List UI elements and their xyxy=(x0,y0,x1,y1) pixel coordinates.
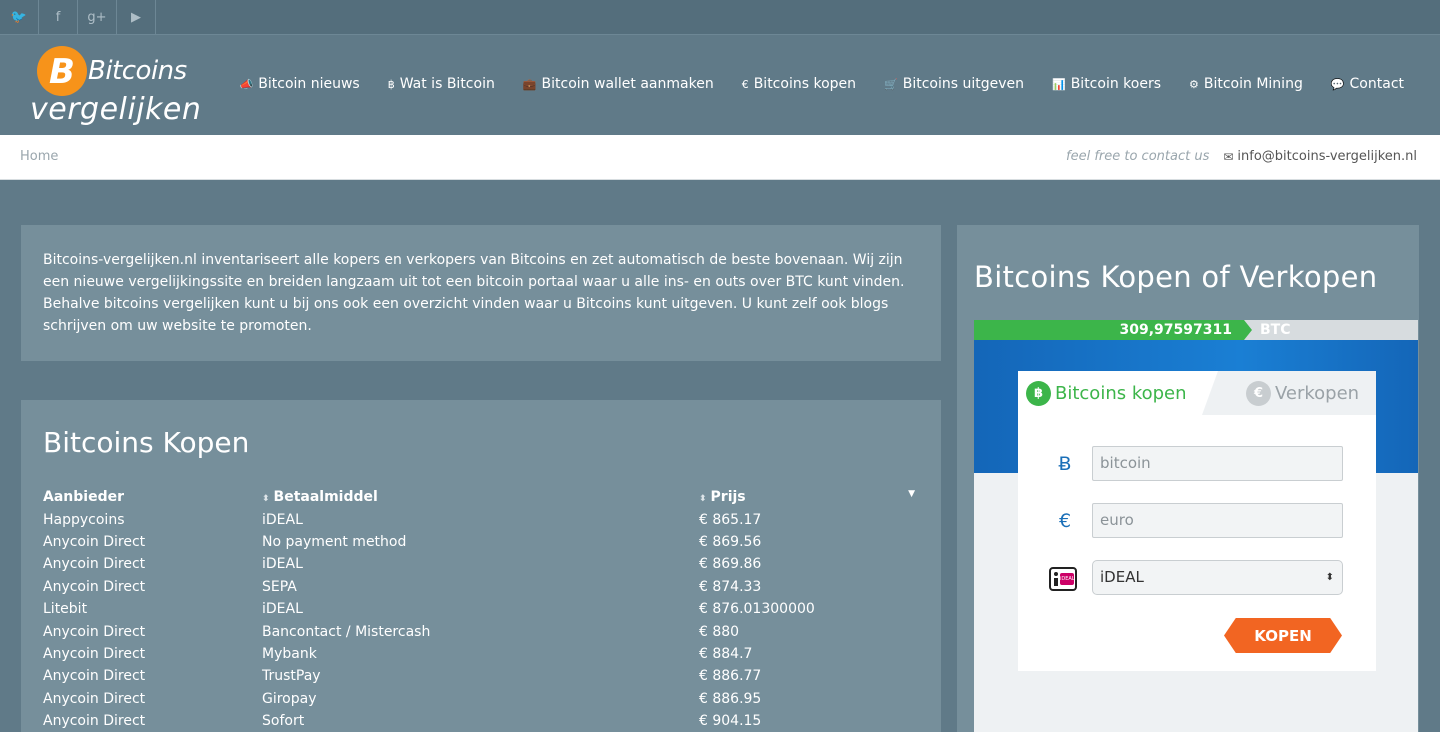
google-plus-icon[interactable]: g+ xyxy=(78,0,117,35)
contact-info: feel free to contact us ✉ info@bitcoins-… xyxy=(1066,149,1417,164)
buy-panel: Bitcoins Kopen Aanbieder ⬍ Betaalmiddel ⬍… xyxy=(21,400,941,732)
youtube-icon[interactable]: ▶ xyxy=(117,0,156,35)
balance-amount: 309,97597311 xyxy=(974,320,1244,340)
kopen-button[interactable]: KOPEN xyxy=(1224,618,1342,653)
col-aanbieder[interactable]: Aanbieder xyxy=(43,489,262,505)
logo-line2: vergelijken xyxy=(30,92,202,127)
table-row[interactable]: Anycoin Direct Sofort € 904.15 xyxy=(43,710,919,732)
col-prijs[interactable]: ⬍ Prijs ▼ xyxy=(699,489,919,505)
bitcoin-icon: ฿ xyxy=(387,77,395,91)
table-row[interactable]: Anycoin Direct TrustPay € 886.77 xyxy=(43,665,919,687)
table-header: Aanbieder ⬍ Betaalmiddel ⬍ Prijs ▼ xyxy=(43,486,919,508)
site-header: B Bitcoins vergelijken 📣 Bitcoin nieuws ฿… xyxy=(0,36,1440,135)
ideal-logo-icon: iDEAL xyxy=(1049,567,1077,591)
buy-table: Aanbieder ⬍ Betaalmiddel ⬍ Prijs ▼ Happycoi… xyxy=(43,486,919,732)
table-row[interactable]: Happycoins iDEAL € 865.17 xyxy=(43,508,919,530)
tab-buy[interactable]: ฿ Bitcoins kopen xyxy=(1018,371,1218,415)
twitter-icon[interactable]: 🐦 xyxy=(0,0,39,35)
bar-chart-icon: 📊 xyxy=(1052,77,1066,91)
nav-bitcoin-koers[interactable]: 📊 Bitcoin koers xyxy=(1052,76,1161,92)
gears-icon: ⚙ xyxy=(1189,77,1199,91)
euro-coin-icon: € xyxy=(1246,380,1271,406)
euro-icon: € xyxy=(1058,510,1072,532)
table-row[interactable]: Anycoin Direct iDEAL € 869.86 xyxy=(43,553,919,575)
cart-icon: 🛒 xyxy=(884,77,898,91)
intro-text: Bitcoins-vergelijken.nl inventariseert a… xyxy=(21,225,941,361)
select-arrows-icon: ⬍ xyxy=(1325,572,1334,583)
euro-amount-input[interactable]: euro xyxy=(1092,503,1343,538)
briefcase-icon: 💼 xyxy=(522,77,537,91)
breadcrumb-bar: Home feel free to contact us ✉ info@bitc… xyxy=(0,135,1440,180)
table-row[interactable]: Anycoin Direct SEPA € 874.33 xyxy=(43,576,919,598)
nav-contact[interactable]: 💬 Contact xyxy=(1331,76,1404,92)
balance-bar: 309,97597311 BTC xyxy=(974,320,1418,340)
col-betaalmiddel[interactable]: ⬍ Betaalmiddel xyxy=(262,489,699,505)
table-row[interactable]: Anycoin Direct Giropay € 886.95 xyxy=(43,688,919,710)
breadcrumb-home[interactable]: Home xyxy=(20,149,58,164)
trade-sidebar: Bitcoins Kopen of Verkopen 309,97597311 … xyxy=(957,225,1419,732)
social-topbar: 🐦 f g+ ▶ xyxy=(0,0,1440,35)
trade-title: Bitcoins Kopen of Verkopen xyxy=(974,260,1378,294)
caret-down-icon: ▼ xyxy=(908,489,915,500)
table-row[interactable]: Anycoin Direct No payment method € 869.56 xyxy=(43,531,919,553)
envelope-icon: ✉ xyxy=(1223,149,1234,164)
table-row[interactable]: Anycoin Direct Mybank € 884.7 xyxy=(43,643,919,665)
chat-icon: 💬 xyxy=(1330,77,1345,91)
facebook-icon[interactable]: f xyxy=(39,0,78,35)
bitcoin-amount-input[interactable]: bitcoin xyxy=(1092,446,1343,481)
trade-widget: 309,97597311 BTC ฿ Bitcoins kopen € Verkop… xyxy=(974,320,1418,732)
table-row[interactable]: Anycoin Direct Bancontact / Mistercash € 8… xyxy=(43,620,919,642)
payment-method-select[interactable]: iDEAL ⬍ xyxy=(1092,560,1343,595)
megaphone-icon: 📣 xyxy=(239,77,254,91)
nav-bitcoin-nieuws[interactable]: 📣 Bitcoin nieuws xyxy=(240,76,360,92)
contact-email-link[interactable]: info@bitcoins-vergelijken.nl xyxy=(1237,149,1417,164)
table-row[interactable]: Litebit iDEAL € 876.01300000 xyxy=(43,598,919,620)
nav-bitcoin-mining[interactable]: ⚙ Bitcoin Mining xyxy=(1189,76,1303,92)
main-nav: 📣 Bitcoin nieuws ฿ Wat is Bitcoin 💼 Bitcoin… xyxy=(212,76,1404,92)
balance-unit: BTC xyxy=(1260,322,1291,338)
euro-icon: € xyxy=(741,77,749,91)
buy-title: Bitcoins Kopen xyxy=(43,426,250,459)
tab-sell[interactable]: € Verkopen xyxy=(1202,371,1376,415)
sort-icon: ⬍ xyxy=(699,494,707,505)
balance-arrow xyxy=(1244,320,1252,340)
bitcoin-logo-icon: B xyxy=(37,46,87,96)
bitcoin-icon: Ƀ xyxy=(1058,453,1072,475)
bitcoin-icon: ฿ xyxy=(1026,380,1051,406)
nav-wat-is-bitcoin[interactable]: ฿ Wat is Bitcoin xyxy=(388,76,495,92)
nav-wallet-aanmaken[interactable]: 💼 Bitcoin wallet aanmaken xyxy=(523,76,714,92)
nav-bitcoins-uitgeven[interactable]: 🛒 Bitcoins uitgeven xyxy=(884,76,1024,92)
nav-bitcoins-kopen[interactable]: € Bitcoins kopen xyxy=(742,76,856,92)
social-links: 🐦 f g+ ▶ xyxy=(0,0,1440,35)
trade-card: ฿ Bitcoins kopen € Verkopen Ƀ bitcoin € eu… xyxy=(1018,371,1376,671)
site-logo[interactable]: B Bitcoins vergelijken xyxy=(30,42,202,127)
logo-line1: Bitcoins xyxy=(88,56,187,86)
contact-tagline: feel free to contact us xyxy=(1066,149,1210,164)
sort-icon: ⬍ xyxy=(262,494,270,505)
